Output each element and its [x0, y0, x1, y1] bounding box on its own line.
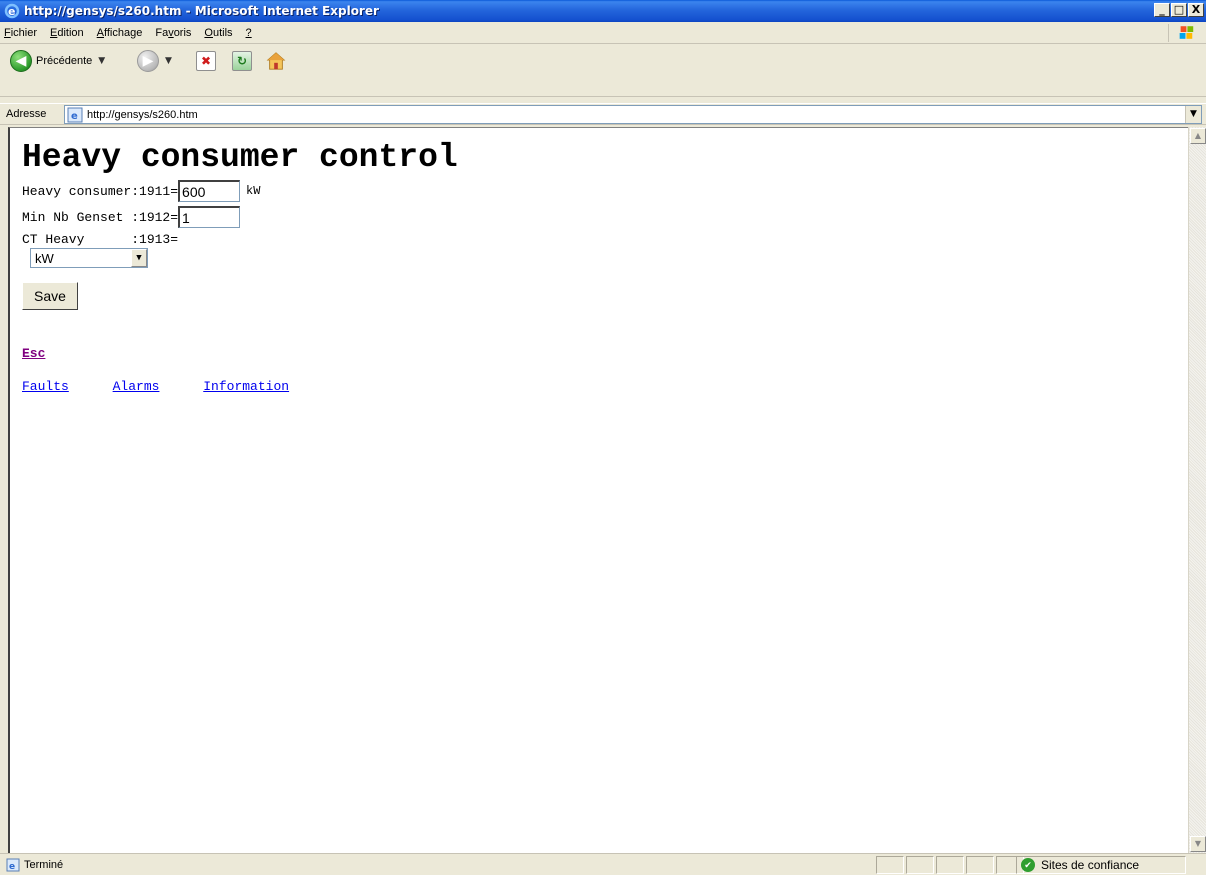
page-title: Heavy consumer control — [22, 139, 458, 176]
home-icon[interactable] — [266, 51, 286, 71]
title-bar: e http://gensys/s260.htm - Microsoft Int… — [0, 0, 1206, 22]
internet-explorer-icon: e — [4, 3, 20, 19]
menu-bar: Fichier Edition Affichage Favoris Outils… — [0, 22, 1206, 44]
stop-icon[interactable]: ✖ — [196, 51, 216, 71]
scroll-down-icon[interactable]: ▼ — [1190, 836, 1206, 852]
menu-favoris[interactable]: Favoris — [155, 27, 191, 39]
menu-affichage[interactable]: Affichage — [97, 27, 143, 39]
address-input[interactable]: e http://gensys/s260.htm ▼ — [64, 105, 1202, 124]
maximize-button[interactable]: □ — [1171, 3, 1187, 17]
address-bar: Adresse e http://gensys/s260.htm ▼ — [0, 103, 1206, 125]
forward-arrow-icon: ▶ — [137, 50, 159, 72]
status-panels — [876, 856, 1026, 874]
address-label: Adresse — [6, 108, 47, 120]
page-icon: e — [67, 107, 83, 122]
unit-label: kW — [246, 184, 261, 198]
svg-text:e: e — [8, 5, 15, 18]
vertical-scrollbar[interactable]: ▲ ▼ — [1188, 127, 1206, 853]
chevron-down-icon[interactable]: ▼ — [131, 249, 147, 267]
status-panel — [936, 856, 964, 874]
field-label: CT Heavy :1913= — [22, 231, 179, 247]
window-title: http://gensys/s260.htm - Microsoft Inter… — [24, 4, 379, 18]
close-button[interactable]: X — [1188, 3, 1204, 17]
nav-links: Faults Alarms Information — [22, 379, 458, 394]
select-value: kW — [35, 250, 54, 266]
menu-outils[interactable]: Outils — [204, 27, 232, 39]
address-dropdown-icon[interactable]: ▼ — [1185, 106, 1201, 123]
esc-link[interactable]: Esc — [22, 346, 458, 361]
information-link[interactable]: Information — [203, 379, 289, 394]
faults-link[interactable]: Faults — [22, 379, 69, 394]
save-button[interactable]: Save — [22, 282, 78, 310]
min-nb-genset-input[interactable] — [178, 206, 241, 228]
zone-label: Sites de confiance — [1041, 858, 1140, 872]
alarms-link[interactable]: Alarms — [113, 379, 160, 394]
field-min-nb-genset: Min Nb Genset :1912= — [22, 204, 458, 230]
toolbar: ◀ Précédente ▼ ▶ ▼ ✖ ↻ — [0, 45, 1206, 97]
menu-edition[interactable]: Edition — [50, 27, 84, 39]
status-panel — [966, 856, 994, 874]
field-label: Min Nb Genset :1912= — [22, 209, 179, 225]
status-bar: e Terminé ✔ Sites de confiance — [0, 853, 1206, 875]
status-text-area: e Terminé — [6, 858, 63, 872]
window-controls: _ □ X — [1154, 3, 1204, 17]
refresh-icon[interactable]: ↻ — [232, 51, 252, 71]
page-done-icon: e — [6, 858, 20, 872]
windows-flag-icon — [1168, 24, 1194, 42]
scroll-up-icon[interactable]: ▲ — [1190, 128, 1206, 144]
ct-heavy-select[interactable]: kW ▼ — [30, 248, 148, 268]
back-button[interactable]: ◀ Précédente ▼ — [10, 50, 105, 72]
field-heavy-consumer: Heavy consumer:1911= kW — [22, 178, 458, 204]
security-zone[interactable]: ✔ Sites de confiance — [1016, 856, 1186, 874]
page-content: Heavy consumer control Heavy consumer:19… — [22, 138, 458, 394]
check-icon: ✔ — [1021, 858, 1035, 872]
back-arrow-icon: ◀ — [10, 50, 32, 72]
field-ct-heavy: CT Heavy :1913= — [22, 230, 458, 248]
heavy-consumer-input[interactable] — [178, 180, 241, 202]
minimize-button[interactable]: _ — [1154, 3, 1170, 17]
svg-text:e: e — [9, 862, 15, 872]
page-viewport: Heavy consumer control Heavy consumer:19… — [8, 127, 1188, 853]
status-panel — [906, 856, 934, 874]
svg-text:e: e — [71, 111, 78, 122]
status-text: Terminé — [24, 859, 64, 871]
menu-help[interactable]: ? — [246, 27, 252, 39]
menu-fichier[interactable]: Fichier — [4, 27, 37, 39]
address-url: http://gensys/s260.htm — [87, 108, 198, 121]
back-dropdown-icon[interactable]: ▼ — [98, 56, 105, 66]
forward-dropdown-icon[interactable]: ▼ — [165, 56, 172, 66]
forward-button[interactable]: ▶ ▼ — [137, 50, 172, 72]
status-panel — [876, 856, 904, 874]
field-label: Heavy consumer:1911= — [22, 183, 179, 199]
